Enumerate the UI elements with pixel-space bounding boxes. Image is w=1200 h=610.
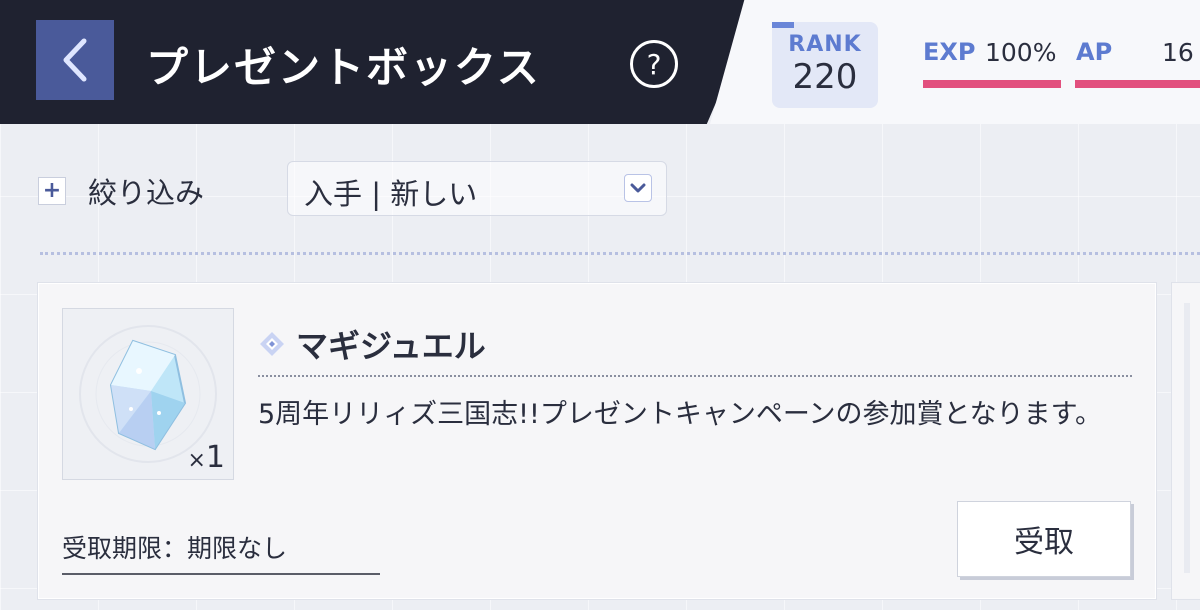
- rank-label: RANK: [788, 32, 862, 57]
- expiry-text: 受取期限：期限なし: [62, 534, 288, 563]
- rank-value: 220: [792, 57, 858, 97]
- ap-bar: [1075, 80, 1200, 88]
- receive-button[interactable]: 受取: [957, 501, 1131, 577]
- help-icon: ?: [646, 47, 662, 81]
- exp-bar: [923, 80, 1061, 88]
- back-button[interactable]: [36, 20, 114, 100]
- filter-plus-icon[interactable]: +: [38, 177, 66, 205]
- exp-value: 100%: [985, 38, 1057, 67]
- back-arrow-icon: [63, 38, 87, 82]
- exp-label: EXP: [923, 38, 976, 66]
- ap-value: 16: [1162, 38, 1194, 67]
- item-quantity: ×1: [187, 440, 225, 475]
- header-bar: プレゼントボックス ? RANK 220 EXP 100% AP 16: [0, 0, 1200, 124]
- rank-badge: RANK 220: [772, 22, 878, 108]
- page-title: プレゼントボックス: [146, 43, 541, 92]
- card-divider: [258, 375, 1132, 377]
- ap-label: AP: [1076, 38, 1113, 66]
- present-card: ×1 マギジュエル 5周年リリィズ三国志!!プレゼントキャンペーンの参加賞となり…: [38, 283, 1156, 599]
- help-button[interactable]: ?: [630, 40, 678, 88]
- diamond-icon: [260, 332, 284, 356]
- section-divider: [40, 252, 1200, 255]
- sort-dropdown[interactable]: 入手 | 新しい: [287, 161, 667, 216]
- filter-label[interactable]: 絞り込み: [88, 170, 204, 212]
- item-name: マギジュエル: [296, 327, 486, 365]
- next-present-card: [1172, 283, 1200, 599]
- item-description: 5周年リリィズ三国志!!プレゼントキャンペーンの参加賞となります。: [258, 399, 1102, 430]
- item-thumbnail: ×1: [62, 308, 234, 480]
- rank-corner-accent: [772, 22, 794, 28]
- chevron-down-icon: [624, 174, 652, 202]
- sort-value: 入手 | 新しい: [304, 177, 478, 211]
- expiry-underline: [62, 573, 380, 575]
- item-name-row: マギジュエル: [258, 324, 486, 365]
